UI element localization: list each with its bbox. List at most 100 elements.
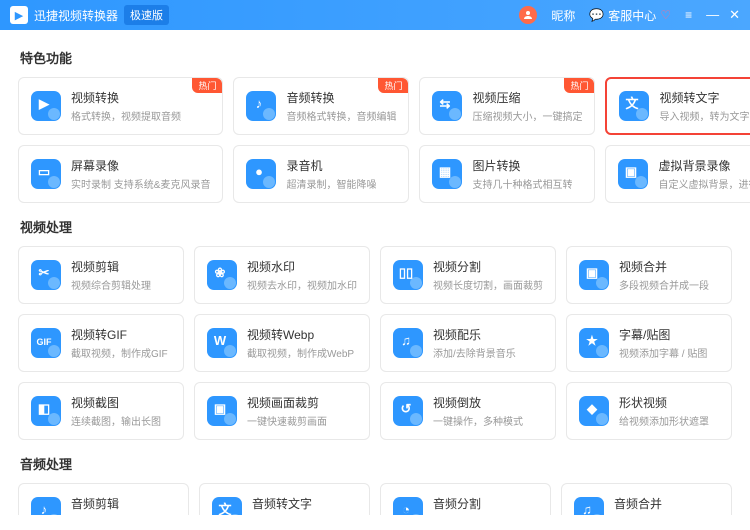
card-text: 视频合并多段视频合并成一段 [619,258,709,292]
feature-card-audio-merge[interactable]: ♫ 音频合并多段音频合并成一段 [561,483,732,515]
feature-card-video-merge[interactable]: ▣ 视频合并多段视频合并成一段 [566,246,732,304]
card-title: 视频转GIF [71,326,168,343]
feature-card-video-webp[interactable]: W 视频转Webp 截取视频，制作成WebP [194,314,370,372]
audio-to-text-icon: 文 [212,497,242,515]
card-text: 视频画面裁剪一键快速裁剪画面 [247,394,327,428]
card-title: 视频画面裁剪 [247,394,327,411]
feature-card-video-split[interactable]: ▯▯ 视频分割视频长度切割，画面裁剪 [380,246,556,304]
hot-badge: 热门 [564,78,594,93]
svg-text:◔: ◔ [402,502,410,515]
feature-card-virtual-bg[interactable]: ▣虚拟背景录像自定义虚拟背景，进行录像 [605,145,750,203]
svg-text:▶: ▶ [38,96,50,111]
card-text: 图片转换支持几十种格式相互转 [472,157,572,191]
feature-card-shape[interactable]: ◆ 形状视频给视频添加形状遮罩 [566,382,732,440]
card-desc: 一键快速裁剪画面 [247,413,327,428]
svg-text:♫: ♫ [582,502,592,515]
user-avatar-icon[interactable] [519,6,537,24]
svg-text:W: W [214,333,227,348]
feature-card-crop[interactable]: ▣视频画面裁剪一键快速裁剪画面 [194,382,370,440]
reverse-icon: ↺ [393,396,423,426]
svg-text:◧: ◧ [38,401,50,416]
app-logo-icon: ▶ [10,6,28,24]
card-title: 音频分割 [433,495,523,512]
video-compress-icon: ⇆ [432,91,462,121]
svg-text:⇆: ⇆ [440,96,451,111]
svg-text:文: 文 [626,96,640,111]
svg-text:▣: ▣ [625,164,637,179]
card-title: 视频截图 [71,394,161,411]
card-desc: 格式转换，视频提取音频 [71,108,181,123]
minimize-button[interactable]: — [706,7,719,23]
hot-badge: 热门 [192,78,222,93]
header-right: 昵称 💬 客服中心 ♡ ≡ — ✕ [519,6,740,24]
card-title: 字幕/贴图 [619,326,707,343]
card-title: 视频合并 [619,258,709,275]
card-text: 视频分割视频长度切割，画面裁剪 [433,258,543,292]
feature-card-video-to-text[interactable]: 文视频转文字导入视频，转为文字 [605,77,750,135]
support-label: 客服中心 [608,7,656,24]
title-bar: ▶ 迅捷视频转换器 极速版 昵称 💬 客服中心 ♡ ≡ — ✕ [0,0,750,30]
card-title: 音频剪辑 [71,495,151,512]
feature-card-video-convert[interactable]: ▶视频转换格式转换，视频提取音频热门 [18,77,223,135]
card-title: 图片转换 [472,157,572,174]
card-desc: 多段视频合并成一段 [619,277,709,292]
subtitle-icon: ★ [579,328,609,358]
feature-card-image-convert[interactable]: ▦ 图片转换支持几十种格式相互转 [419,145,595,203]
feature-card-audio-split[interactable]: ◔ 音频分割多种分割方式随心选 [380,483,551,515]
support-link[interactable]: 💬 客服中心 ♡ [589,7,671,24]
card-text: 音频转换音频格式转换，音频编辑 [286,89,396,123]
edition-badge: 极速版 [124,5,169,25]
feature-card-audio-to-text[interactable]: 文音频转文字导入音频，转为文字 [199,483,370,515]
feature-card-screen-record[interactable]: ▭ 屏幕录像实时录制 支持系统&麦克风录音 [18,145,223,203]
card-text: 视频转GIF截取视频，制作成GIF [71,326,168,360]
svg-text:▦: ▦ [439,164,451,179]
card-text: 音频合并多段音频合并成一段 [614,495,704,515]
card-text: 视频转Webp 截取视频，制作成WebP [247,326,354,360]
card-desc: 音频格式转换，音频编辑 [286,108,396,123]
feature-card-subtitle[interactable]: ★ 字幕/贴图视频添加字幕 / 贴图 [566,314,732,372]
feature-card-reverse[interactable]: ↺视频倒放一键操作，多种模式 [380,382,556,440]
card-title: 视频分割 [433,258,543,275]
card-desc: 视频长度切割，画面裁剪 [433,277,543,292]
card-desc: 超清录制，智能降噪 [286,176,376,191]
feature-card-watermark[interactable]: ❀视频水印视频去水印，视频加水印 [194,246,370,304]
card-desc: 视频去水印，视频加水印 [247,277,357,292]
svg-text:↺: ↺ [401,401,412,416]
card-text: 形状视频给视频添加形状遮罩 [619,394,709,428]
card-desc: 压缩视频大小，一键搞定 [472,108,582,123]
feature-card-audio-convert[interactable]: ♪音频转换音频格式转换，音频编辑热门 [233,77,409,135]
feature-card-video-edit[interactable]: ✂视频剪辑视频综合剪辑处理 [18,246,184,304]
feature-card-video-music[interactable]: ♫视频配乐添加/去除背景音乐 [380,314,556,372]
recorder-icon: ● [246,159,276,189]
video-gif-icon: GIF [31,328,61,358]
shape-icon: ◆ [579,396,609,426]
svg-text:★: ★ [586,333,598,348]
card-title: 视频转Webp [247,326,354,343]
feature-card-screenshot[interactable]: ◧视频截图连续截图，输出长图 [18,382,184,440]
feature-card-video-compress[interactable]: ⇆ 视频压缩压缩视频大小，一键搞定热门 [419,77,595,135]
card-text: 视频压缩压缩视频大小，一键搞定 [472,89,582,123]
feature-card-audio-edit[interactable]: ♪音频剪辑音频综合剪辑处理 [18,483,189,515]
card-desc: 多种分割方式随心选 [433,514,523,515]
feature-card-video-gif[interactable]: GIF 视频转GIF截取视频，制作成GIF [18,314,184,372]
nickname-label[interactable]: 昵称 [551,7,575,24]
svg-text:♪: ♪ [256,96,263,111]
card-text: 屏幕录像实时录制 支持系统&麦克风录音 [71,157,210,191]
svg-text:▯▯: ▯▯ [399,265,413,280]
card-text: 字幕/贴图视频添加字幕 / 贴图 [619,326,707,360]
feature-card-recorder[interactable]: ● 录音机超清录制，智能降噪 [233,145,409,203]
video-split-icon: ▯▯ [393,260,423,290]
svg-text:●: ● [256,164,264,179]
card-desc: 支持几十种格式相互转 [472,176,572,191]
svg-text:▣: ▣ [586,265,598,280]
section-title: 特色功能 [20,48,730,67]
card-text: 视频剪辑视频综合剪辑处理 [71,258,151,292]
screen-record-icon: ▭ [31,159,61,189]
feature-grid: ✂视频剪辑视频综合剪辑处理❀视频水印视频去水印，视频加水印 ▯▯ 视频分割视频长度切… [18,246,732,440]
video-convert-icon: ▶ [31,91,61,121]
card-title: 录音机 [286,157,376,174]
card-desc: 截取视频，制作成WebP [247,345,354,360]
menu-icon[interactable]: ≡ [685,8,692,22]
close-button[interactable]: ✕ [729,7,740,23]
video-to-text-icon: 文 [619,91,649,121]
